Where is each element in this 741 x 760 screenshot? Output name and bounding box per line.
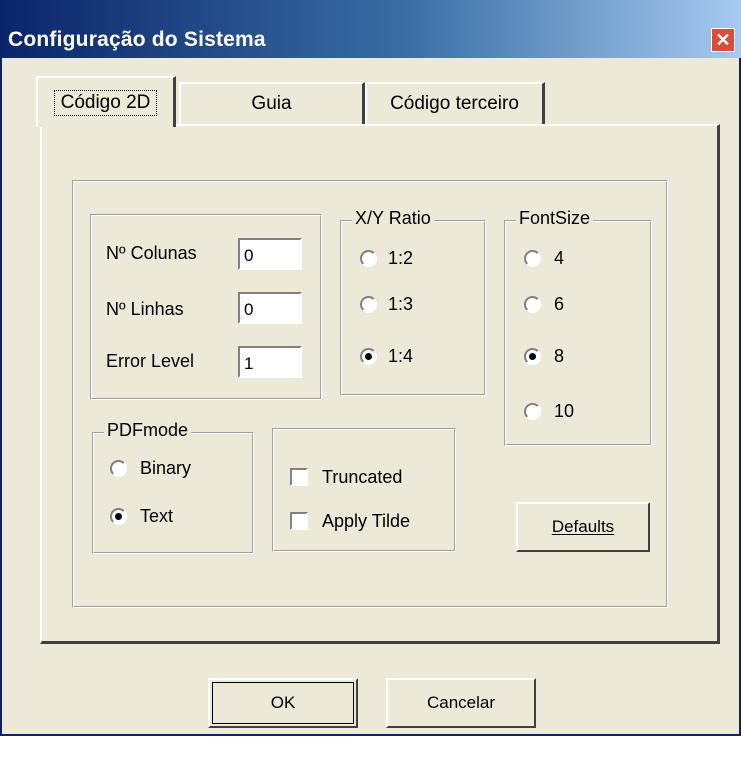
cancel-button-label: Cancelar bbox=[426, 693, 496, 712]
options-group bbox=[272, 428, 456, 552]
tab-label: Guia bbox=[251, 93, 292, 114]
tab-label: Código terceiro bbox=[390, 93, 519, 114]
pdf-mode-radio-binary[interactable] bbox=[110, 460, 127, 477]
title-bar[interactable]: Configuração do Sistema ✕ bbox=[0, 0, 741, 58]
ok-button[interactable]: OK bbox=[208, 678, 358, 728]
xy-ratio-radio-1-3[interactable] bbox=[360, 296, 377, 313]
error-level-input[interactable] bbox=[238, 346, 302, 378]
pdf-mode-option-label: Text bbox=[140, 506, 174, 526]
dialog-window: Configuração do Sistema ✕ Código 2D Guia… bbox=[0, 0, 741, 736]
close-button[interactable]: ✕ bbox=[711, 28, 735, 52]
tab-guia[interactable]: Guia bbox=[179, 82, 365, 124]
tab-label: Código 2D bbox=[53, 89, 158, 116]
font-size-legend: FontSize bbox=[516, 208, 594, 228]
font-size-option-label: 6 bbox=[554, 294, 565, 314]
font-size-radio-8[interactable] bbox=[524, 348, 541, 365]
xy-ratio-radio-1-2[interactable] bbox=[360, 250, 377, 267]
font-size-option-label: 10 bbox=[554, 401, 575, 421]
ok-button-label: OK bbox=[270, 693, 296, 712]
rows-label: Nº Linhas bbox=[106, 299, 184, 319]
close-icon: ✕ bbox=[715, 30, 731, 50]
columns-input[interactable] bbox=[238, 238, 302, 270]
pdf-mode-legend: PDFmode bbox=[104, 420, 192, 440]
error-level-label: Error Level bbox=[106, 351, 195, 371]
truncated-label: Truncated bbox=[322, 467, 403, 487]
rows-input[interactable] bbox=[238, 292, 302, 324]
tab-codigo-2d[interactable]: Código 2D bbox=[36, 76, 176, 127]
xy-ratio-radio-1-4[interactable] bbox=[360, 348, 377, 365]
font-size-radio-6[interactable] bbox=[524, 296, 541, 313]
font-size-option-label: 4 bbox=[554, 248, 565, 268]
tab-codigo-terceiro[interactable]: Código terceiro bbox=[365, 82, 545, 124]
pdf-mode-option-label: Binary bbox=[140, 458, 192, 478]
apply-tilde-checkbox[interactable] bbox=[290, 512, 308, 530]
columns-label: Nº Colunas bbox=[106, 243, 197, 263]
truncated-checkbox[interactable] bbox=[290, 468, 308, 486]
pdf-mode-radio-text[interactable] bbox=[110, 508, 127, 525]
xy-ratio-legend: X/Y Ratio bbox=[352, 208, 434, 228]
cancel-button[interactable]: Cancelar bbox=[386, 678, 536, 728]
font-size-radio-4[interactable] bbox=[524, 250, 541, 267]
pdf-mode-group bbox=[92, 432, 254, 554]
defaults-button-label: Defaults bbox=[551, 517, 615, 536]
apply-tilde-label: Apply Tilde bbox=[322, 511, 411, 531]
font-size-radio-10[interactable] bbox=[524, 403, 541, 420]
xy-ratio-option-label: 1:4 bbox=[388, 346, 414, 366]
defaults-button[interactable]: Defaults bbox=[516, 502, 650, 552]
xy-ratio-option-label: 1:2 bbox=[388, 248, 414, 268]
font-size-option-label: 8 bbox=[554, 346, 565, 366]
xy-ratio-option-label: 1:3 bbox=[388, 294, 414, 314]
window-title: Configuração do Sistema bbox=[8, 28, 266, 51]
